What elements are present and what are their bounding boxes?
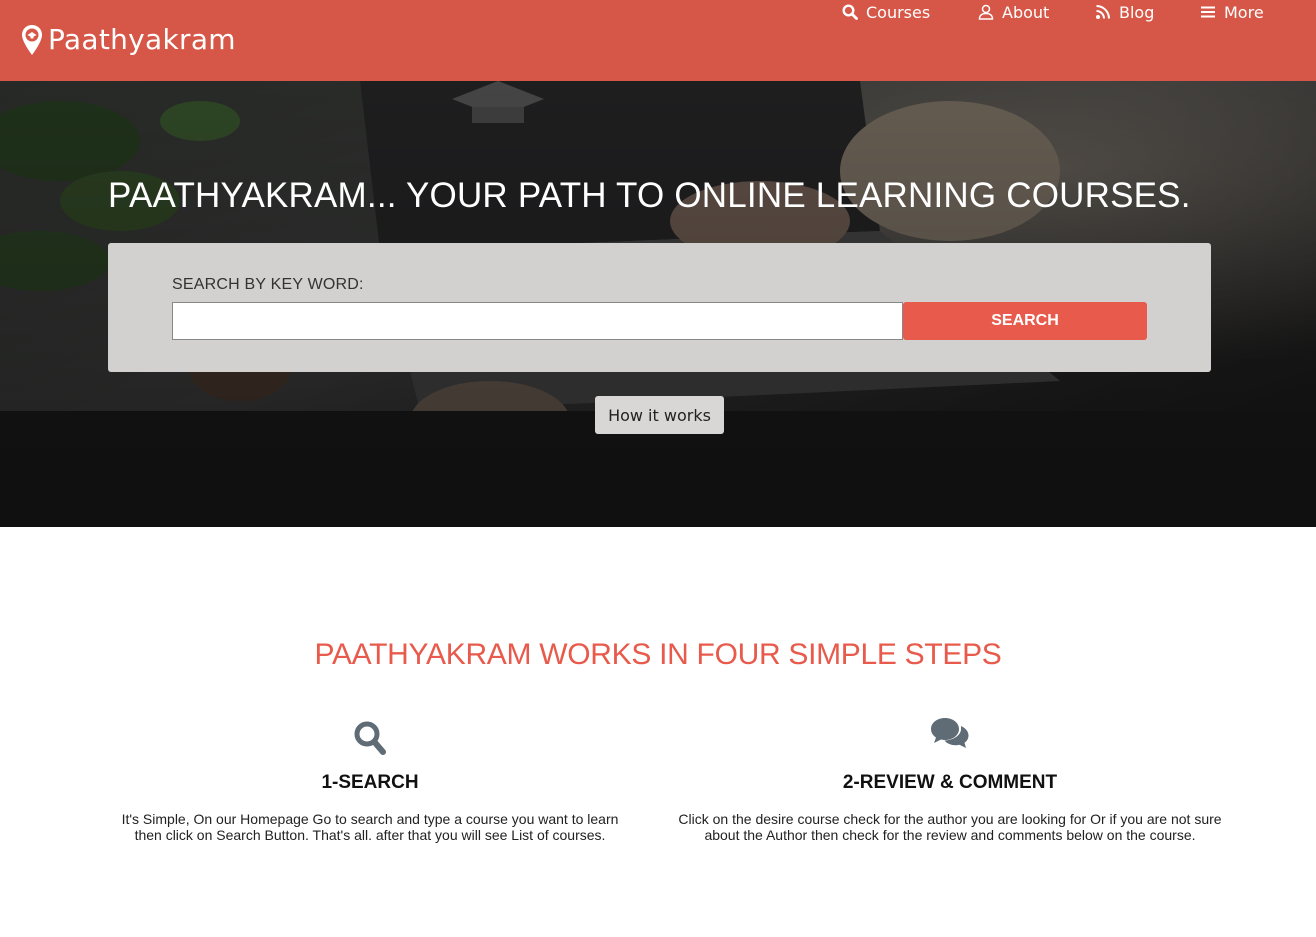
top-navbar: Paathyakram Courses About Blog More <box>0 0 1316 81</box>
step-description: It's Simple, On our Homepage Go to searc… <box>121 811 619 843</box>
step-heading: 2-REVIEW & COMMENT <box>842 772 1058 793</box>
search-button[interactable]: SEARCH <box>903 302 1147 340</box>
brand-logo-link[interactable]: Paathyakram <box>21 24 236 56</box>
comments-icon <box>931 718 969 748</box>
user-icon <box>978 4 994 20</box>
nav-item-more[interactable]: More <box>1200 0 1264 24</box>
rss-icon <box>1096 5 1110 19</box>
steps-section-title: PAATHYAKRAM WORKS IN FOUR SIMPLE STEPS <box>314 638 1002 671</box>
hero-title: PAATHYAKRAM... YOUR PATH TO ONLINE LEARN… <box>108 176 1191 215</box>
step-description: Click on the desire course check for the… <box>678 811 1222 843</box>
step-card-search: 1-SEARCH It's Simple, On our Homepage Go… <box>108 720 632 843</box>
nav-item-label: Blog <box>1119 2 1155 22</box>
search-label: SEARCH BY KEY WORD: <box>172 276 364 293</box>
step-heading: 1-SEARCH <box>321 772 419 793</box>
nav-item-label: More <box>1224 2 1264 22</box>
nav-item-about[interactable]: About <box>978 0 1049 24</box>
nav-item-courses[interactable]: Courses <box>842 0 930 24</box>
search-icon <box>842 4 858 20</box>
step-card-review: 2-REVIEW & COMMENT Click on the desire c… <box>676 716 1224 843</box>
search-panel: SEARCH BY KEY WORD: SEARCH <box>108 243 1211 372</box>
nav-item-label: About <box>1002 2 1050 22</box>
nav-item-label: Courses <box>866 2 931 22</box>
brand-name: Paathyakram <box>48 23 236 56</box>
menu-icon <box>1201 6 1215 18</box>
search-icon <box>354 721 386 755</box>
nav-item-blog[interactable]: Blog <box>1095 0 1154 24</box>
search-input[interactable] <box>172 302 903 340</box>
how-it-works-button[interactable]: How it works <box>595 396 724 434</box>
hero-section: PAATHYAKRAM... YOUR PATH TO ONLINE LEARN… <box>0 81 1316 527</box>
map-pin-icon <box>22 25 42 55</box>
